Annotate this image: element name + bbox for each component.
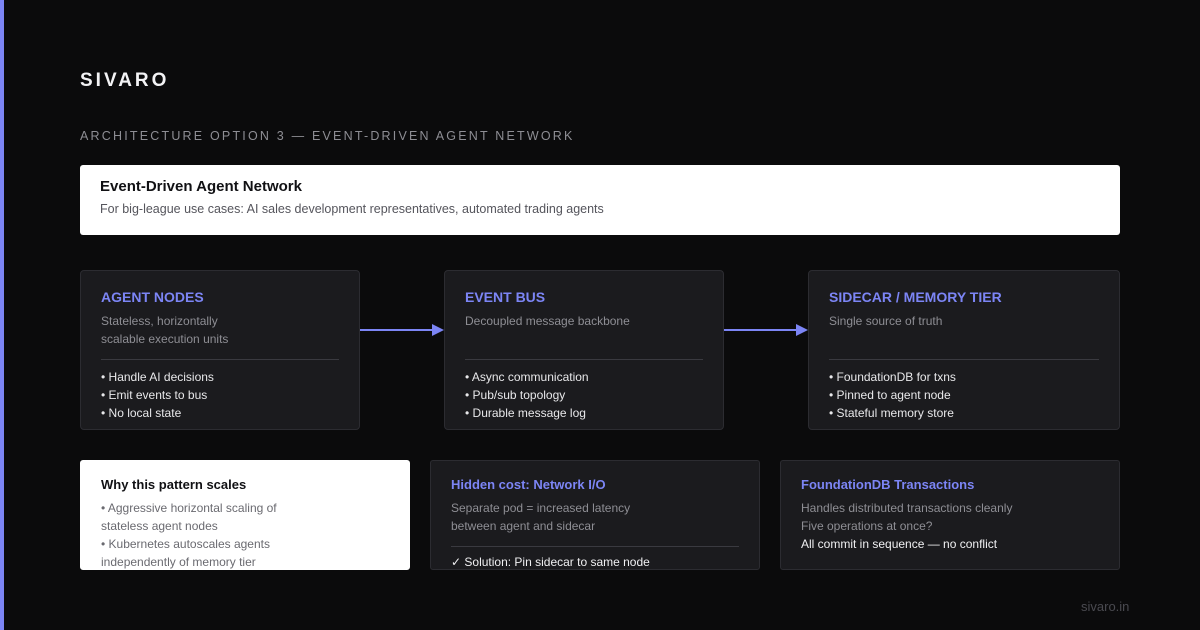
foundationdb-transactions-card: FoundationDB Transactions Handles distri… [780, 460, 1120, 570]
bullet-item: • FoundationDB for txns [829, 368, 1099, 386]
divider [101, 359, 339, 360]
page-subtitle: ARCHITECTURE OPTION 3 — EVENT-DRIVEN AGE… [80, 129, 575, 143]
sidecar-memory-tier-title: SIDECAR / MEMORY TIER [829, 289, 1099, 305]
why-pattern-scales-title: Why this pattern scales [101, 477, 389, 492]
text-line: stateless agent nodes [101, 517, 389, 535]
divider [451, 546, 739, 547]
bullet-item: • Emit events to bus [101, 386, 339, 404]
text-line: • Aggressive horizontal scaling of [101, 499, 389, 517]
text-line: Five operations at once? [801, 517, 1099, 535]
sidecar-memory-tier-bullets: • FoundationDB for txns • Pinned to agen… [829, 368, 1099, 422]
agent-nodes-description: Stateless, horizontally scalable executi… [101, 312, 339, 348]
why-pattern-scales-card: Why this pattern scales • Aggressive hor… [80, 460, 410, 570]
hero-card: Event-Driven Agent Network For big-leagu… [80, 165, 1120, 235]
agent-nodes-title: AGENT NODES [101, 289, 339, 305]
desc-line: Stateless, horizontally [101, 312, 339, 330]
text-line: • Kubernetes autoscales agents [101, 535, 389, 553]
bullet-item: • Pub/sub topology [465, 386, 703, 404]
foundationdb-transactions-emphasis: All commit in sequence — no conflict [801, 535, 1099, 553]
divider [829, 359, 1099, 360]
text-line: between agent and sidecar [451, 517, 739, 535]
foundationdb-transactions-title: FoundationDB Transactions [801, 477, 1099, 492]
bullet-item: • Async communication [465, 368, 703, 386]
bullet-item: • No local state [101, 404, 339, 422]
why-pattern-scales-text: • Aggressive horizontal scaling of state… [101, 499, 389, 571]
bullet-item: • Stateful memory store [829, 404, 1099, 422]
event-bus-bullets: • Async communication • Pub/sub topology… [465, 368, 703, 422]
hidden-cost-text: Separate pod = increased latency between… [451, 499, 739, 535]
brand-logo: SIVARO [80, 70, 169, 92]
desc-line: Single source of truth [829, 312, 1099, 330]
arrow-right-icon [724, 322, 808, 338]
footer-url: sivaro.in [1081, 599, 1129, 614]
text-line: Separate pod = increased latency [451, 499, 739, 517]
bullet-item: • Handle AI decisions [101, 368, 339, 386]
hidden-cost-title: Hidden cost: Network I/O [451, 477, 739, 492]
text-line: independently of memory tier [101, 553, 389, 571]
hero-title: Event-Driven Agent Network [100, 178, 1100, 195]
desc-line: Decoupled message backbone [465, 312, 703, 330]
foundationdb-transactions-text: Handles distributed transactions cleanly… [801, 499, 1099, 535]
sidecar-memory-tier-description: Single source of truth [829, 312, 1099, 348]
agent-nodes-card: AGENT NODES Stateless, horizontally scal… [80, 270, 360, 430]
event-bus-card: EVENT BUS Decoupled message backbone • A… [444, 270, 724, 430]
event-bus-title: EVENT BUS [465, 289, 703, 305]
event-bus-description: Decoupled message backbone [465, 312, 703, 348]
divider [465, 359, 703, 360]
desc-line: scalable execution units [101, 330, 339, 348]
text-line: Handles distributed transactions cleanly [801, 499, 1099, 517]
hero-description: For big-league use cases: AI sales devel… [100, 202, 1100, 216]
left-accent-bar [0, 0, 4, 630]
arrow-right-icon [360, 322, 444, 338]
bullet-item: • Durable message log [465, 404, 703, 422]
hidden-cost-solution: ✓ Solution: Pin sidecar to same node [451, 553, 739, 571]
bullet-item: • Pinned to agent node [829, 386, 1099, 404]
hidden-cost-card: Hidden cost: Network I/O Separate pod = … [430, 460, 760, 570]
agent-nodes-bullets: • Handle AI decisions • Emit events to b… [101, 368, 339, 422]
sidecar-memory-tier-card: SIDECAR / MEMORY TIER Single source of t… [808, 270, 1120, 430]
